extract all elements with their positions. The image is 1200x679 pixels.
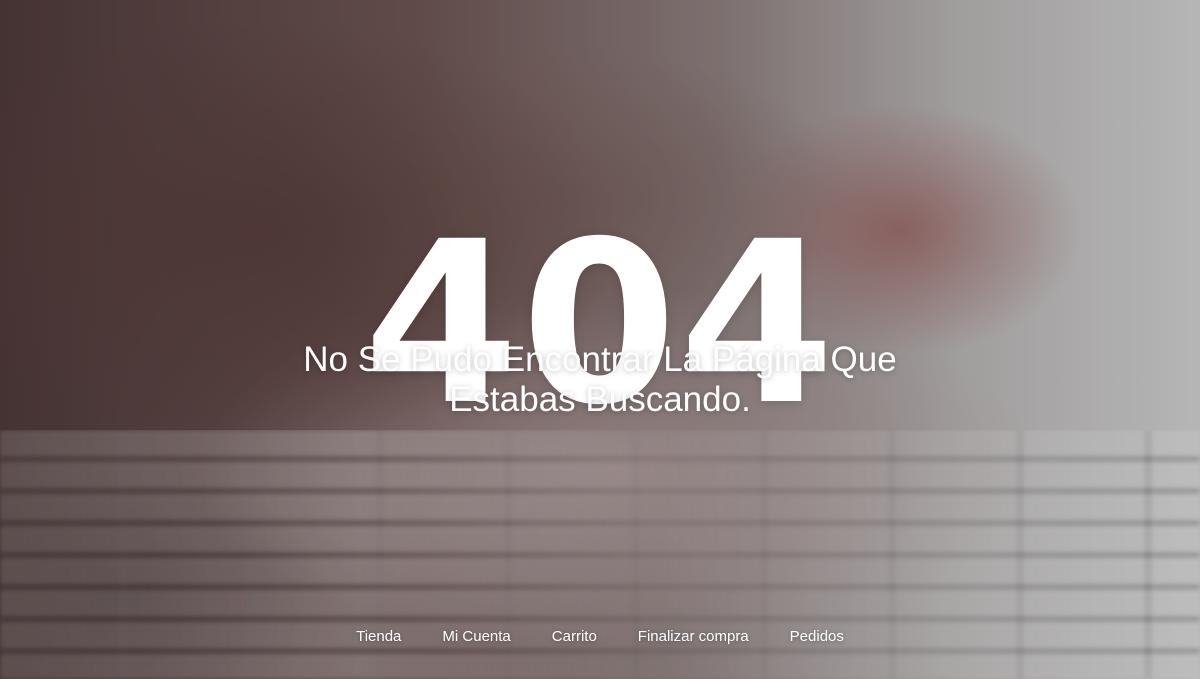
footer-link-mi-cuenta[interactable]: Mi Cuenta bbox=[442, 627, 510, 647]
footer-link-pedidos[interactable]: Pedidos bbox=[790, 627, 844, 647]
footer-link-finalizar-compra[interactable]: Finalizar compra bbox=[638, 627, 749, 647]
footer-nav: Tienda Mi Cuenta Carrito Finalizar compr… bbox=[0, 627, 1200, 647]
error-message: No Se Pudo Encontrar La Página Que Estab… bbox=[303, 340, 897, 419]
footer-link-tienda[interactable]: Tienda bbox=[356, 627, 401, 647]
footer-link-carrito[interactable]: Carrito bbox=[552, 627, 597, 647]
